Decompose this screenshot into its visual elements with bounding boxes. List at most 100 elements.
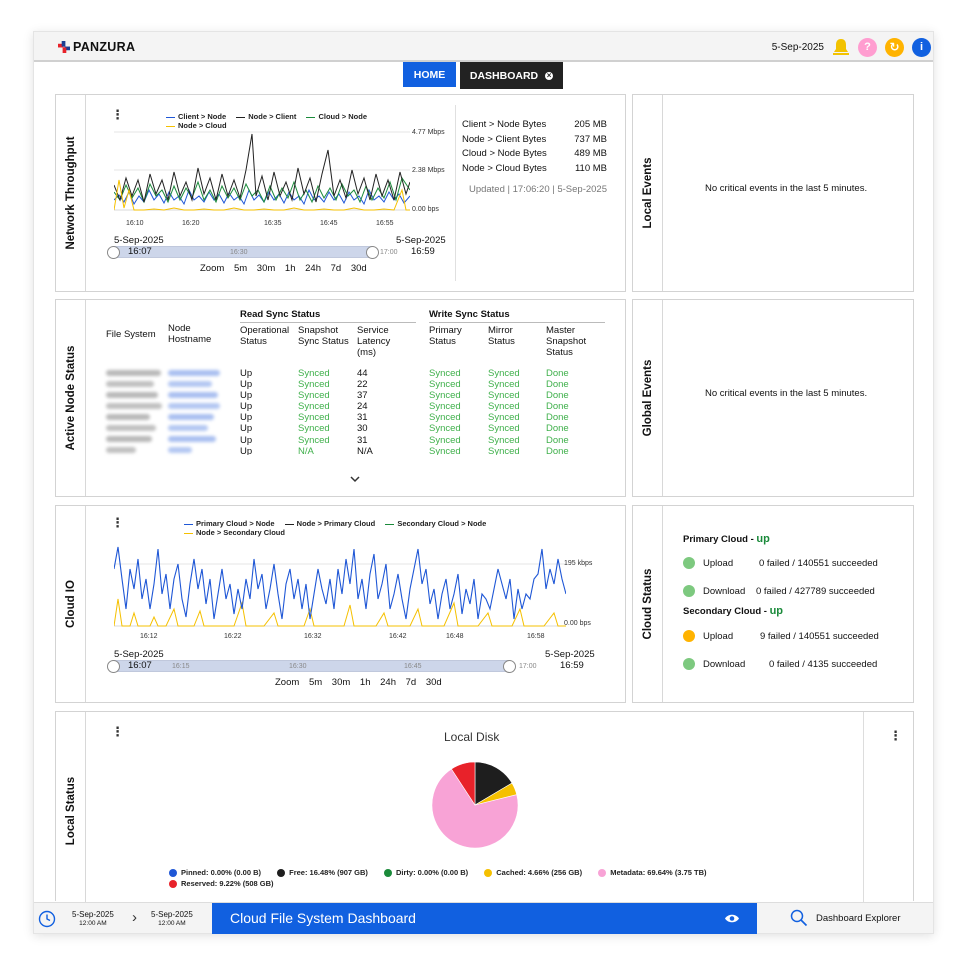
chevron-down-icon[interactable] [350, 475, 360, 483]
legend-item[interactable]: Node > Cloud [166, 121, 227, 130]
local-status-menu-icon[interactable]: ⋮ [889, 729, 902, 742]
range-handle-right[interactable] [503, 660, 516, 673]
status-dot-icon [683, 585, 695, 597]
legend-item[interactable]: Node > Client [236, 112, 296, 121]
x-tick: 16:55 [376, 220, 394, 227]
legend-item-free[interactable]: Free: 16.48% (907 GB) [277, 868, 368, 877]
col-operational-status[interactable]: Operational Status [240, 325, 300, 347]
range-handle-left[interactable] [107, 660, 120, 673]
info-icon[interactable]: i [912, 37, 931, 57]
zoom-controls: Zoom 5m 30m 1h 24h 7d 30d [275, 677, 449, 688]
local-events-panel: Local Events No critical events in the l… [632, 94, 914, 292]
legend-item-metadata[interactable]: Metadata: 69.64% (3.75 TB) [598, 868, 707, 877]
cell-op: Up [240, 401, 253, 413]
stat-row: Cloud > Node Bytes 489 MB [462, 148, 607, 159]
navigator-tick: 17:00 [380, 249, 398, 256]
col-node-hostname[interactable]: Node Hostname [168, 323, 220, 345]
start-datetime[interactable]: 5-Sep-2025 12:00 AM [72, 910, 114, 928]
x-tick: 16:10 [126, 220, 144, 227]
local-disk-pie-chart[interactable] [430, 760, 520, 850]
legend-item-reserved[interactable]: Reserved: 9.22% (508 GB) [169, 879, 274, 888]
zoom-30d-button[interactable]: 30d [426, 677, 442, 688]
range-end-time: 16:59 [411, 246, 435, 257]
tab-dashboard[interactable]: DASHBOARD × [460, 62, 563, 89]
cloud-io-menu-icon[interactable]: ⋮ [111, 516, 124, 529]
dashboard-explorer-link[interactable]: Dashboard Explorer [816, 913, 901, 924]
legend-item[interactable]: Node > Primary Cloud [284, 519, 375, 528]
help-icon[interactable]: ? [858, 37, 877, 57]
cell-lat: 24 [357, 401, 368, 413]
network-throughput-panel: Network Throughput ⋮ Client > Node Node … [55, 94, 626, 292]
legend-item[interactable]: Secondary Cloud > Node [385, 519, 486, 528]
sync-icon[interactable]: ↻ [885, 37, 904, 57]
zoom-1h-button[interactable]: 1h [360, 677, 371, 688]
zoom-30d-button[interactable]: 30d [351, 263, 367, 274]
secondary-cloud-state: up [769, 605, 784, 617]
cloud-io-chart[interactable] [114, 539, 566, 629]
x-tick: 16:42 [389, 633, 407, 640]
zoom-30m-button[interactable]: 30m [332, 677, 350, 688]
col-service-latency[interactable]: Service Latency (ms) [357, 325, 407, 358]
zoom-label: Zoom [275, 677, 300, 688]
bottom-bar: 5-Sep-2025 12:00 AM › 5-Sep-2025 12:00 A… [34, 902, 933, 934]
zoom-1h-button[interactable]: 1h [285, 263, 296, 274]
clock-icon[interactable] [38, 910, 56, 928]
stat-row: Node > Client Bytes 737 MB [462, 133, 607, 145]
range-start-date: 5-Sep-2025 [114, 235, 164, 246]
cell-op: Up [240, 379, 253, 391]
local-status-panel: Local Status ⋮ ⋮ Local Disk Pinned: 0.00… [55, 711, 914, 902]
series-line-primary-in [114, 546, 566, 620]
legend-item-pinned[interactable]: Pinned: 0.00% (0.00 B) [169, 868, 261, 877]
cloud-status-title: Cloud Status [633, 506, 663, 702]
range-end-time: 16:59 [560, 660, 584, 671]
zoom-7d-button[interactable]: 7d [331, 263, 342, 274]
secondary-cloud-heading: Secondary Cloud - up [683, 605, 784, 617]
cell-snap: Synced [298, 390, 330, 402]
bell-icon[interactable] [832, 37, 850, 57]
legend-item[interactable]: Client > Node [166, 112, 226, 121]
col-snapshot-sync[interactable]: Snapshot Sync Status [298, 325, 356, 347]
col-primary-status[interactable]: Primary Status [429, 325, 471, 347]
col-mirror-status[interactable]: Mirror Status [488, 325, 530, 347]
zoom-5m-button[interactable]: 5m [309, 677, 322, 688]
legend-item-cached[interactable]: Cached: 4.66% (256 GB) [484, 868, 582, 877]
throughput-chart[interactable] [114, 130, 410, 215]
zoom-24h-button[interactable]: 24h [305, 263, 321, 274]
cell-snap: Synced [298, 401, 330, 413]
close-tab-icon[interactable]: × [545, 71, 554, 80]
local-events-message: No critical events in the last 5 minutes… [705, 183, 868, 194]
zoom-24h-button[interactable]: 24h [380, 677, 396, 688]
y-tick: 2.38 Mbps [412, 167, 445, 174]
cell-op: Up [240, 445, 253, 455]
col-file-system[interactable]: File System [106, 329, 156, 340]
end-time: 12:00 AM [158, 920, 186, 927]
col-master-snapshot[interactable]: Master Snapshot Status [546, 325, 601, 358]
zoom-7d-button[interactable]: 7d [406, 677, 417, 688]
x-tick: 16:48 [446, 633, 464, 640]
zoom-5m-button[interactable]: 5m [234, 263, 247, 274]
range-handle-left[interactable] [107, 246, 120, 259]
zoom-30m-button[interactable]: 30m [257, 263, 275, 274]
eye-icon[interactable] [724, 913, 740, 924]
cloud-io-legend: Primary Cloud > Node Node > Primary Clou… [184, 519, 544, 537]
local-disk-menu-icon[interactable]: ⋮ [111, 725, 124, 738]
range-handle-right[interactable] [366, 246, 379, 259]
end-datetime[interactable]: 5-Sep-2025 12:00 AM [151, 910, 193, 928]
secondary-download-row: Download 0 failed / 4135 succeeded [683, 658, 877, 670]
range-start-date: 5-Sep-2025 [114, 649, 164, 660]
node-rows-clip: Up Up Up Up Up Up Up Up Synced Synced Synced Synce… [56, 368, 627, 455]
legend-item[interactable]: Primary Cloud > Node [184, 519, 275, 528]
master-snapshot-column: Done Done Done Done Done Done Done Done [546, 368, 569, 455]
tab-home[interactable]: HOME [403, 62, 456, 87]
legend-item[interactable]: Node > Secondary Cloud [184, 528, 285, 537]
legend-item[interactable]: Cloud > Node [306, 112, 367, 121]
navigator-tick: 16:45 [404, 663, 422, 670]
logo: PANZURA [58, 40, 135, 54]
search-icon[interactable] [790, 909, 808, 927]
throughput-menu-icon[interactable]: ⋮ [111, 108, 124, 121]
x-tick: 16:35 [264, 220, 282, 227]
cell-op: Up [240, 412, 253, 424]
divider [863, 712, 864, 902]
local-disk-title: Local Disk [444, 730, 500, 744]
legend-item-dirty[interactable]: Dirty: 0.00% (0.00 B) [384, 868, 468, 877]
